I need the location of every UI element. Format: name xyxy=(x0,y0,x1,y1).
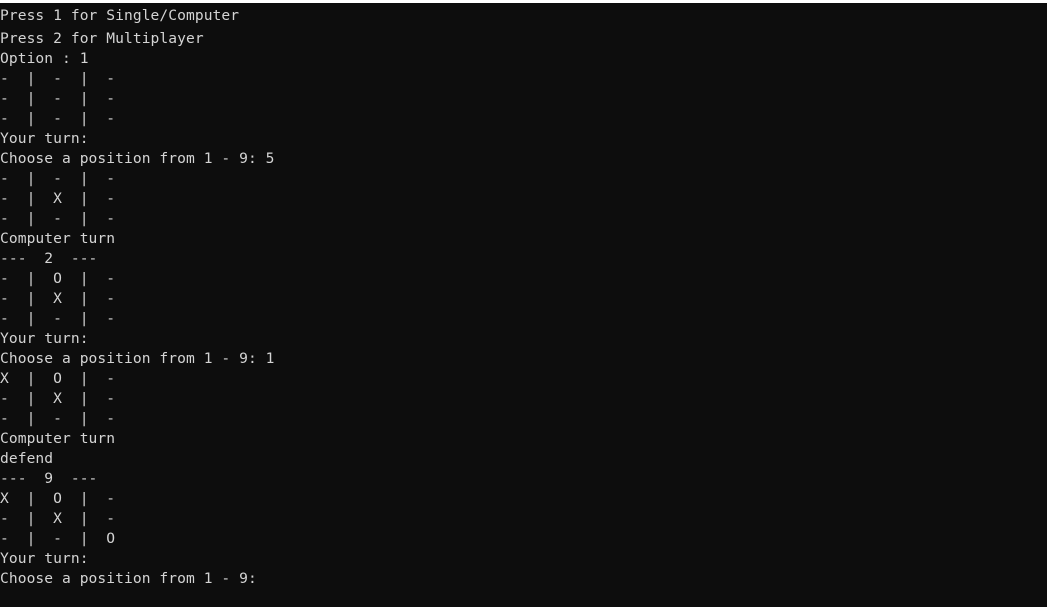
console-line-board-cell: - | - | - xyxy=(0,90,116,107)
console-line-move-banner: --- 9 --- xyxy=(0,470,98,487)
console-line: Press 2 for Multiplayer xyxy=(0,30,204,47)
console-line-turn-label: Computer turn xyxy=(0,430,116,447)
console-line-board-cell: X | O | - xyxy=(0,490,116,507)
terminal-window: Press 1 for Single/Computer Press 2 for M… xyxy=(0,0,1047,607)
console-line-board-cell: - | - | O xyxy=(0,530,116,547)
console-line-turn-label: Your turn: xyxy=(0,130,89,147)
console-line-prompt: Choose a position from 1 - 9: 1 xyxy=(0,350,275,367)
console-line-turn-label: Computer turn xyxy=(0,230,116,247)
console-output[interactable]: Press 1 for Single/Computer Press 2 for M… xyxy=(0,3,1047,607)
console-line-board-cell: - | O | - xyxy=(0,270,116,287)
console-line-board-cell: - | - | - xyxy=(0,70,116,87)
console-line-board-cell: X | O | - xyxy=(0,370,116,387)
console-line-board-cell: - | X | - xyxy=(0,510,116,527)
console-line-move-banner: --- 2 --- xyxy=(0,250,98,267)
console-line: Press 1 for Single/Computer xyxy=(0,7,240,24)
console-line: Option : 1 xyxy=(0,50,89,67)
console-line-board-cell: - | - | - xyxy=(0,210,116,227)
console-line-board-cell: - | - | - xyxy=(0,310,116,327)
console-line-active-prompt[interactable]: Choose a position from 1 - 9: xyxy=(0,569,1047,589)
console-line-board-cell: - | X | - xyxy=(0,390,116,407)
console-line-board-cell: - | - | - xyxy=(0,410,116,427)
console-line-prompt: Choose a position from 1 - 9: 5 xyxy=(0,150,275,167)
console-line-strategy: defend xyxy=(0,450,54,467)
console-line-board-cell: - | X | - xyxy=(0,290,116,307)
console-line-board-cell: - | - | - xyxy=(0,170,116,187)
console-line-turn-label: Your turn: xyxy=(0,550,89,567)
console-line-turn-label: Your turn: xyxy=(0,330,89,347)
console-line-board-cell: - | X | - xyxy=(0,190,116,207)
console-line-board-cell: - | - | - xyxy=(0,110,116,127)
